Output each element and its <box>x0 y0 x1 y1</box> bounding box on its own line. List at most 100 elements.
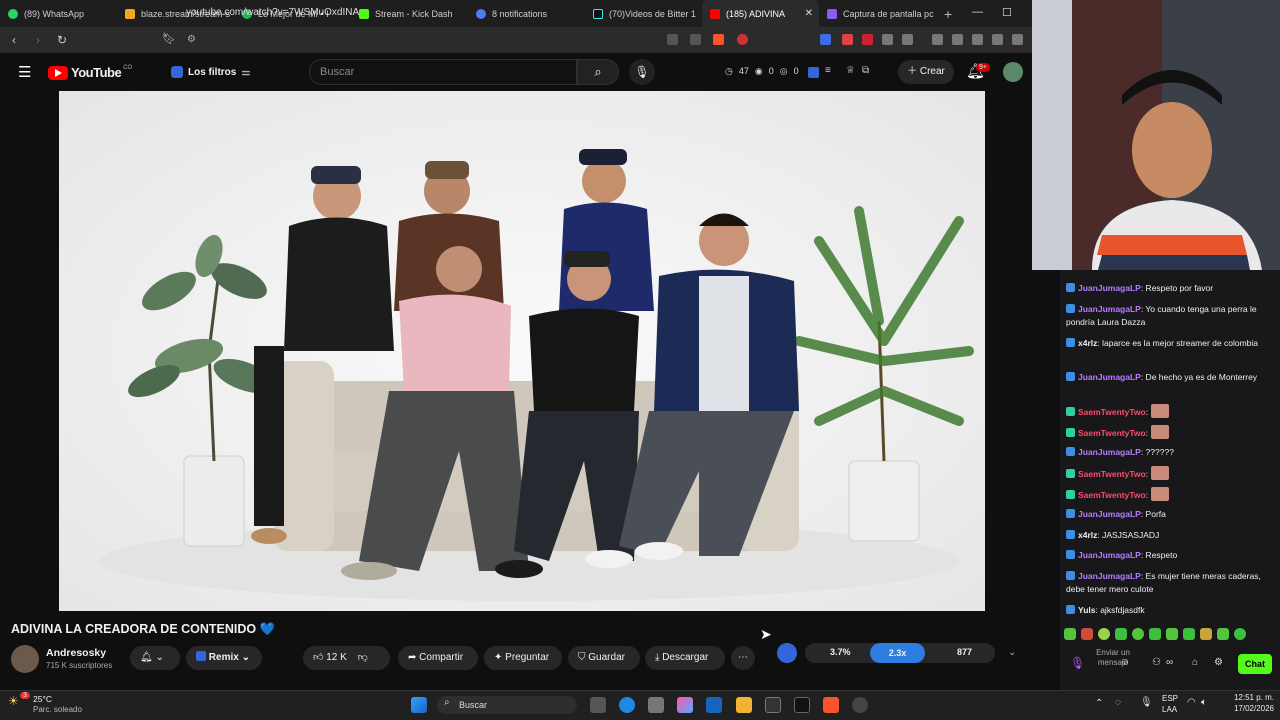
more-actions-button[interactable]: ⋯ <box>731 646 755 670</box>
site-info-icon[interactable]: ⚙ <box>187 34 196 45</box>
share-icon[interactable] <box>690 34 701 45</box>
chevron-down-icon[interactable]: ⌄ <box>1008 647 1016 658</box>
new-tab-button[interactable]: + <box>944 6 952 22</box>
brave-rewards-icon[interactable] <box>737 34 748 45</box>
vpn-icon[interactable] <box>992 34 1003 45</box>
channel-avatar[interactable] <box>11 645 39 673</box>
chat-username[interactable]: Yuls <box>1078 605 1095 615</box>
subscribed-bell-button[interactable]: 🔔︎ ⌄ <box>130 646 180 670</box>
chat-send-button[interactable]: Chat <box>1238 654 1272 674</box>
share-button[interactable]: ➦ Compartir <box>398 646 478 670</box>
emoji-icon[interactable]: ☺ <box>1120 657 1130 668</box>
search-input[interactable]: Buscar <box>309 59 577 85</box>
chat-username[interactable]: SaemTwentyTwo <box>1078 428 1146 438</box>
chat-username[interactable]: JuanJumagaLP <box>1078 372 1141 382</box>
ext-logo-icon[interactable] <box>777 643 797 663</box>
emote-icon[interactable] <box>1183 628 1195 640</box>
store-icon[interactable]: ⌂ <box>1192 657 1198 668</box>
chat-username[interactable]: JuanJumagaLP <box>1078 571 1141 581</box>
store-icon[interactable] <box>706 697 722 713</box>
edge-icon[interactable] <box>619 697 635 713</box>
remix-button[interactable]: Remix ⌄ <box>186 646 262 670</box>
media-icon[interactable] <box>932 34 943 45</box>
filters-button[interactable]: Los filtros ⚌ <box>171 62 250 82</box>
pip-icon[interactable]: ⧉ <box>862 65 869 76</box>
close-tab-icon[interactable]: ✕ <box>805 8 813 19</box>
url-field[interactable]: youtube.com/watch?v=7WSMuOxdINA <box>158 3 758 23</box>
mic-icon[interactable]: 🎙︎ <box>1140 697 1153 708</box>
chevron-up-icon[interactable]: ⌃ <box>1095 698 1103 709</box>
app-icon[interactable] <box>794 697 810 713</box>
reload-icon[interactable]: ↻ <box>52 33 72 47</box>
brave-icon[interactable] <box>823 697 839 713</box>
like-button[interactable]: 👍︎ 12 K <box>313 652 347 663</box>
avatar[interactable] <box>1003 62 1023 82</box>
emote-icon[interactable] <box>1217 628 1229 640</box>
snipping-icon[interactable] <box>648 697 664 713</box>
file-explorer-icon[interactable] <box>736 697 752 713</box>
task-view-icon[interactable] <box>590 697 606 713</box>
chat-username[interactable]: SaemTwentyTwo <box>1078 469 1146 479</box>
chat-username[interactable]: SaemTwentyTwo <box>1078 407 1146 417</box>
emote-icon[interactable] <box>1081 628 1093 640</box>
video-player[interactable] <box>59 91 985 611</box>
hamburger-menu-icon[interactable]: ☰ <box>18 63 31 81</box>
emote-icon[interactable] <box>1132 628 1144 640</box>
input-language[interactable]: ESP <box>1162 694 1178 703</box>
channel-name[interactable]: Andresosky <box>46 647 106 659</box>
translate-icon[interactable] <box>820 34 831 45</box>
chat-username[interactable]: SaemTwentyTwo <box>1078 490 1146 500</box>
sidebar-icon[interactable] <box>952 34 963 45</box>
bookmark-icon[interactable]: 🔖︎ <box>162 32 176 45</box>
emote-icon[interactable] <box>1200 628 1212 640</box>
chat-username[interactable]: JuanJumagaLP <box>1078 509 1141 519</box>
clock-time[interactable]: 12:51 p. m. <box>1222 693 1274 702</box>
save-button[interactable]: ⛉ Guardar <box>568 646 640 670</box>
emote-icon[interactable] <box>1115 628 1127 640</box>
puzzle-icon[interactable] <box>882 34 893 45</box>
minimize-icon[interactable]: — <box>972 6 983 18</box>
gear-icon[interactable]: ⚙ <box>1214 657 1223 668</box>
terminal-icon[interactable] <box>765 697 781 713</box>
browser-tab[interactable]: Captura de pantalla pc <box>819 0 936 27</box>
emote-icon[interactable] <box>1098 628 1110 640</box>
youtube-logo[interactable]: YouTube CO <box>48 65 132 80</box>
extension-icon[interactable] <box>842 34 853 45</box>
dislike-button[interactable]: 👎︎ <box>358 652 368 663</box>
wifi-icon[interactable]: ◠ <box>1187 697 1196 708</box>
menu-icon[interactable] <box>1012 34 1023 45</box>
chat-input[interactable]: Enviar un mensaje <box>1085 648 1141 668</box>
ext-icon[interactable] <box>808 67 819 78</box>
chat-username[interactable]: JuanJumagaLP <box>1078 283 1141 293</box>
taskbar-search[interactable]: Buscar <box>437 696 577 714</box>
create-button[interactable]: ＋ Crear <box>898 60 954 84</box>
copilot-icon[interactable] <box>677 697 693 713</box>
emote-icon[interactable] <box>1166 628 1178 640</box>
volume-icon[interactable]: 🔈︎ <box>1201 697 1207 708</box>
browser-tab[interactable]: (89) WhatsApp <box>0 0 117 27</box>
extension-icon[interactable] <box>862 34 873 45</box>
link-icon[interactable]: ∞ <box>1166 657 1173 668</box>
back-icon[interactable]: ‹ <box>4 33 24 47</box>
chat-username[interactable]: x4rlz <box>1078 338 1097 348</box>
search-button[interactable]: ⌕ <box>577 59 619 85</box>
chat-username[interactable]: JuanJumagaLP <box>1078 304 1141 314</box>
emote-icon[interactable] <box>1064 628 1076 640</box>
weather-icon[interactable]: ☀ <box>8 694 19 708</box>
mic-icon[interactable]: 🎙︎ <box>1070 656 1085 670</box>
brave-shield-icon[interactable] <box>713 34 724 45</box>
windows-start-icon[interactable] <box>411 697 427 713</box>
emote-icon[interactable] <box>1149 628 1161 640</box>
list-icon[interactable]: ≡ <box>825 65 831 76</box>
maximize-icon[interactable]: ☐ <box>1002 6 1012 19</box>
emote-icon[interactable] <box>1234 628 1246 640</box>
tray-icon[interactable]: ◌ <box>1115 697 1121 708</box>
obs-icon[interactable] <box>852 697 868 713</box>
chat-username[interactable]: JuanJumagaLP <box>1078 447 1141 457</box>
download-button[interactable]: ⤓ Descargar <box>645 646 725 670</box>
cast-icon[interactable] <box>667 34 678 45</box>
trophy-icon[interactable]: ♕ <box>846 65 855 76</box>
users-icon[interactable]: ⚇ <box>1152 657 1161 668</box>
forward-icon[interactable]: › <box>28 33 48 47</box>
ask-button[interactable]: ✦ Preguntar <box>484 646 562 670</box>
